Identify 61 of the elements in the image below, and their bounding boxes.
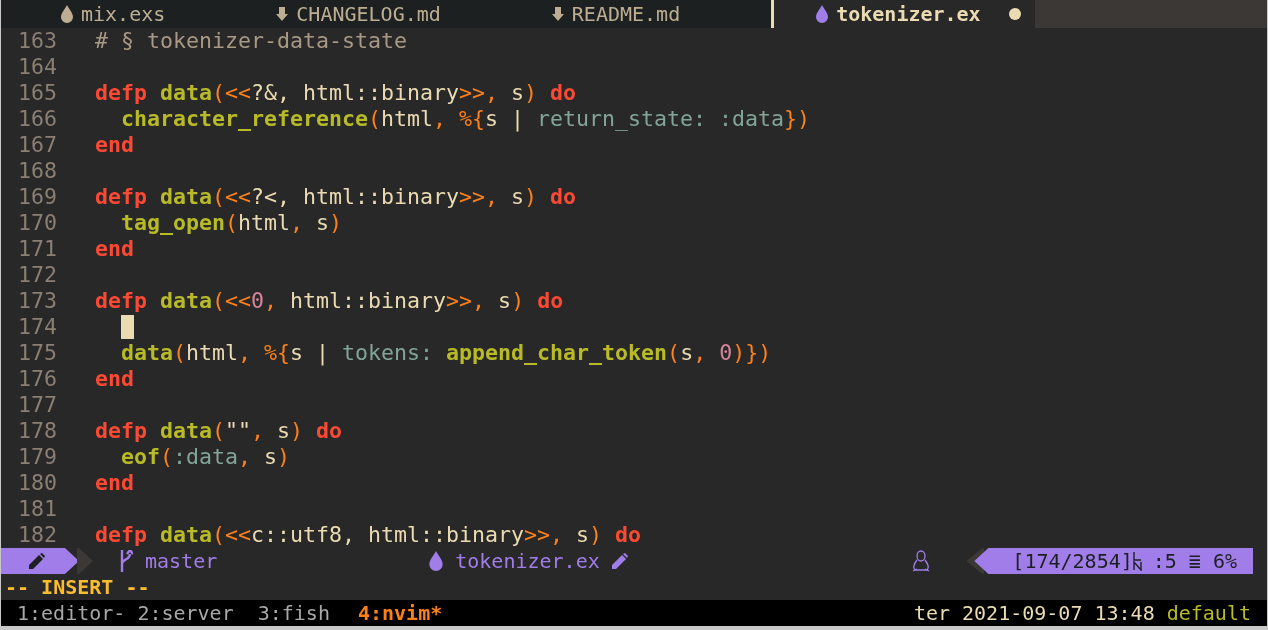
tab[interactable]: tokenizer.ex [771,0,1035,28]
line-number: 165 [17,80,58,106]
lines-glyph: ≣ [1188,548,1201,575]
line-number: 174 [17,314,58,340]
line-number: 176 [17,366,58,392]
code-line: defp data("", s) do [95,418,343,444]
code-line: end [95,366,134,392]
line-number: 164 [17,54,58,80]
code-line: character_reference(html, %{s | return_state: :data}) [121,106,811,132]
line-number: 170 [17,210,58,236]
line-number: 171 [17,236,58,262]
tab[interactable]: mix.exs [41,0,257,28]
code-line: # § tokenizer-data-state [95,28,407,54]
git-branch: master [145,548,218,575]
clock: ter 2021-09-07 13:48 [913,600,1155,627]
code-line: defp data(<<c::utf8, html::binary>>, s) do [95,522,642,548]
tmux-window[interactable]: 1:editor- [17,598,126,628]
file-name: tokenizer.ex [455,548,600,575]
code-line: defp data(<<?<, html::binary>>, s) do [95,184,577,210]
line-number: 163 [17,28,58,54]
session-name: default [1166,600,1251,627]
tab[interactable]: README.md [531,0,772,28]
line-number: 169 [17,184,58,210]
line-number: 180 [17,470,58,496]
code-line: defp data(<<?&, html::binary>>, s) do [95,80,577,106]
code-line: data(html, %{s | tokens: append_char_token(s, 0)}) [121,340,772,366]
code-line: tag_open(html, s) [121,210,343,236]
line-number: 181 [17,496,58,522]
line-number: 166 [17,106,58,132]
line-number: 182 [17,522,58,548]
column-number: :5 [1152,548,1177,575]
code-line: eof(:data, s) [121,444,291,470]
line-number: 168 [17,158,58,184]
code-line: defp data(<<0, html::binary>>, s) do [95,288,564,314]
code-line: end [95,132,134,158]
down-arrow-icon [551,7,564,21]
down-arrow-icon [276,7,289,21]
tmux-window[interactable]: 2:server [137,598,234,628]
branch-icon [119,550,133,572]
scroll-percent: 6% [1212,548,1237,575]
cursor-position: [174/2854] [1012,548,1133,575]
droplet-icon [61,5,73,23]
tab[interactable]: CHANGELOG.md [256,0,532,28]
mode-indicator: -- INSERT -- [4,574,151,600]
droplet-icon [429,551,444,571]
code-line: end [95,470,134,496]
line-number: 177 [17,392,58,418]
tmux-window[interactable]: 4:nvim* [357,598,443,628]
line-number: 179 [17,444,58,470]
droplet-icon [816,5,829,23]
pencil-icon [29,553,45,569]
line-number: 172 [17,262,58,288]
line-number: 167 [17,132,58,158]
line-number: 173 [17,288,58,314]
line-number: 178 [17,418,58,444]
line-number-icon [1132,551,1143,571]
tmux-window[interactable]: 3:fish [257,598,330,628]
pencil-icon [611,553,628,569]
line-number: 175 [17,340,58,366]
modified-dot-icon [1008,8,1021,20]
code-line: end [95,236,134,262]
